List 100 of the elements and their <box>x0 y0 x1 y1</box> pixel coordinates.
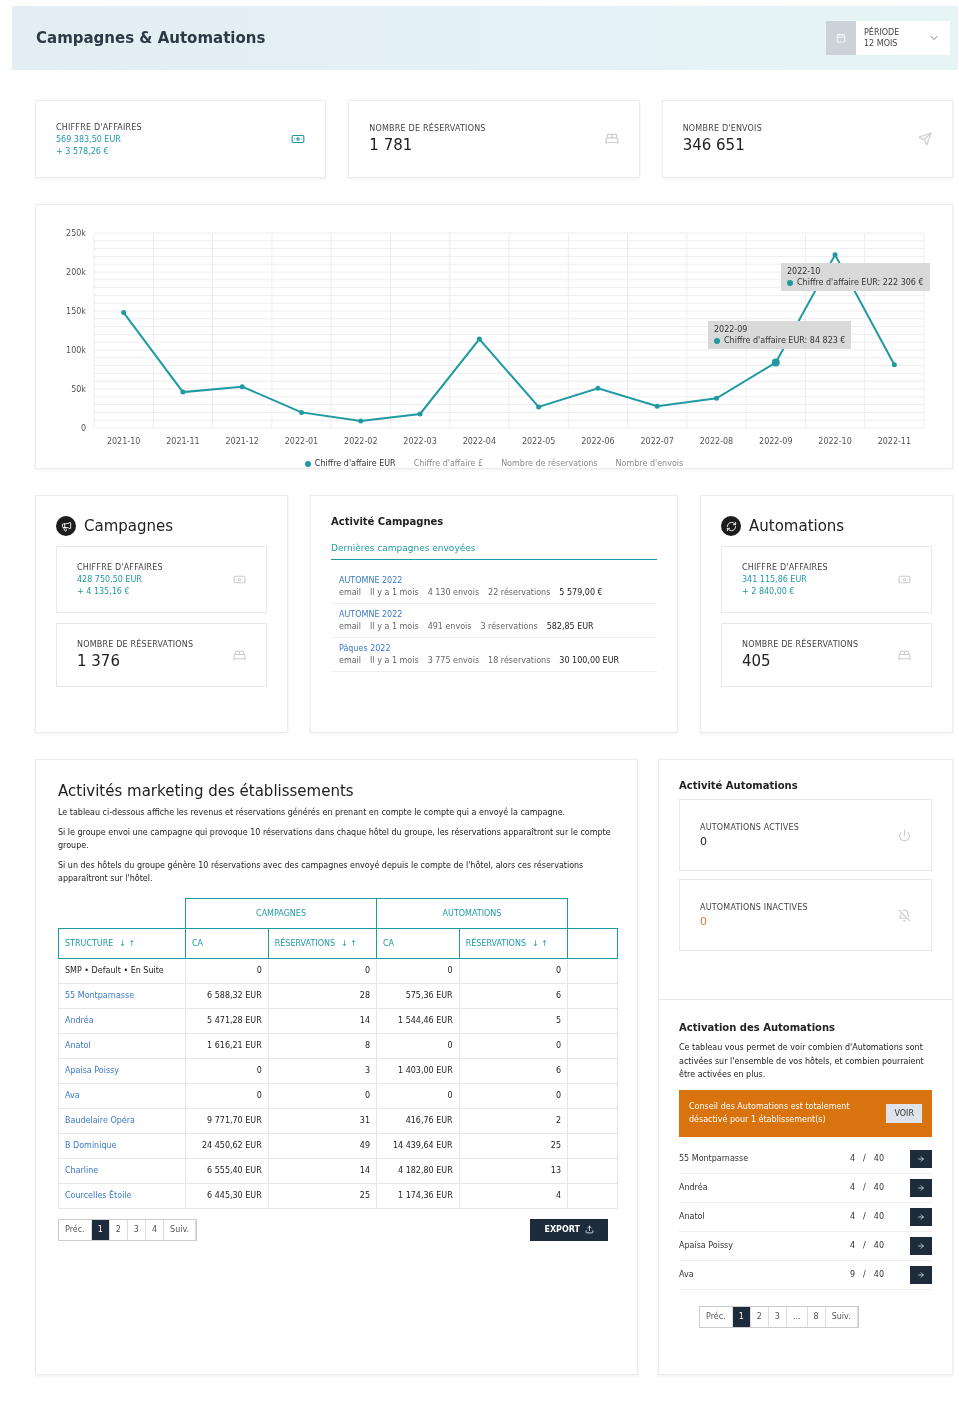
active-count: 4 <box>850 1183 856 1193</box>
campaign-sends: 3 775 envois <box>427 656 480 665</box>
column-group-header: CAMPAGNES <box>185 898 377 929</box>
hotel-link[interactable]: Baudelaire Opéra <box>58 1108 186 1134</box>
stat-label: CHIFFRE D'AFFAIRES <box>742 563 828 572</box>
active-count: 4 <box>850 1154 856 1164</box>
legend-item[interactable]: Nombre d'envois <box>615 459 684 468</box>
hotel-name: Apaisa Poissy <box>679 1241 734 1251</box>
hotel-name: 55 Montparnasse <box>679 1154 750 1164</box>
data-point <box>771 358 780 367</box>
total-count: 40 <box>873 1212 884 1222</box>
data-point <box>536 404 542 410</box>
axis-tick-label: 100k <box>66 346 86 355</box>
hotel-link[interactable]: Ava <box>58 1083 186 1109</box>
axis-tick-label: 2022-07 <box>640 437 674 446</box>
table-cell: 4 <box>459 1183 568 1209</box>
legend-item[interactable]: Chiffre d'affaire £ <box>413 459 484 468</box>
active-count: 4 <box>850 1241 856 1251</box>
open-button[interactable] <box>910 1236 932 1255</box>
campaign-revenue: 582,85 EUR <box>546 622 594 631</box>
table-cell: 0 <box>185 1058 269 1084</box>
legend-item[interactable]: Nombre de réservations <box>501 459 598 468</box>
campaign-date: Il y a 1 mois <box>370 656 419 665</box>
section-title: Automations <box>749 517 845 535</box>
export-button[interactable]: EXPORT <box>530 1218 608 1241</box>
section-title: Activités marketing des établissements <box>58 782 354 800</box>
view-button[interactable]: VOIR <box>886 1103 922 1123</box>
series-marker-icon <box>787 279 793 286</box>
tab[interactable]: Dernières campagnes envoyées <box>331 537 657 560</box>
kpi-value: 346 651 <box>682 136 746 154</box>
paper-plane-icon <box>918 132 932 146</box>
data-point <box>417 411 423 417</box>
stat-label: NOMBRE DE RÉSERVATIONS <box>77 640 194 649</box>
hotel-link[interactable]: Andréa <box>58 1008 186 1034</box>
banknote-icon <box>291 132 306 146</box>
sort-arrows-icon[interactable]: ↓ ↑ <box>341 938 357 948</box>
data-point <box>121 310 127 316</box>
table-cell: 14 <box>268 1158 377 1184</box>
period-select[interactable]: PÉRIODE 12 MOIS <box>826 21 950 55</box>
alert-text: Conseil des Automations est totalement désactivé pour 1 établissement(s) <box>689 1100 851 1127</box>
page-title: Campagnes & Automations <box>36 29 266 47</box>
stat-value: 1 376 <box>77 652 121 670</box>
open-button[interactable] <box>910 1265 932 1284</box>
page-button[interactable]: 1 <box>732 1306 751 1327</box>
open-button[interactable] <box>910 1207 932 1226</box>
table-cell: 0 <box>185 958 269 984</box>
hotel-link[interactable]: Charline <box>58 1158 186 1184</box>
banknote-icon <box>233 573 246 586</box>
separator: / <box>863 1270 866 1280</box>
open-button[interactable] <box>910 1178 932 1197</box>
arrow-right-icon <box>917 1212 925 1221</box>
separator: / <box>863 1154 866 1164</box>
campaign-bookings: 3 réservations <box>480 622 538 631</box>
campaign-channel: email <box>339 656 362 665</box>
table-cell: 14 439,64 EUR <box>376 1133 460 1159</box>
campaign-revenue: 30 100,00 EUR <box>559 656 620 665</box>
arrow-right-icon <box>917 1183 925 1192</box>
campaign-link[interactable]: Pâques 2022 <box>339 644 391 653</box>
campaign-link[interactable]: AUTOMNE 2022 <box>339 576 403 585</box>
sort-arrows-icon[interactable]: ↓ ↑ <box>119 938 136 948</box>
hotel-link[interactable]: Courcelles Étoile <box>58 1183 186 1209</box>
campaign-date: Il y a 1 mois <box>370 622 419 631</box>
table-cell: 0 <box>268 958 377 984</box>
table-cell: 3 <box>268 1058 377 1084</box>
table-cell: 1 174,36 EUR <box>376 1183 460 1209</box>
table-cell: 4 182,80 EUR <box>376 1158 460 1184</box>
sort-arrows-icon[interactable]: ↓ ↑ <box>532 938 548 948</box>
campaign-link[interactable]: AUTOMNE 2022 <box>339 610 403 619</box>
bed-icon <box>604 132 619 146</box>
campaign-revenue: 5 579,00 € <box>559 588 603 597</box>
hotel-link[interactable]: 55 Montparnasse <box>58 983 186 1009</box>
hotel-link[interactable]: Apaisa Poissy <box>58 1058 186 1084</box>
table-cell: 0 <box>376 1083 460 1109</box>
open-button[interactable] <box>910 1149 932 1168</box>
total-count: 40 <box>873 1154 884 1164</box>
total-count: 40 <box>873 1183 884 1193</box>
hotel-link[interactable]: Anatol <box>58 1033 186 1059</box>
axis-tick-label: 200k <box>66 268 86 277</box>
banknote-icon <box>898 573 911 586</box>
hotel-link[interactable]: B Dominique <box>58 1133 186 1159</box>
description-text: Si le groupe envoi une campagne qui provoque 10 réservations dans chaque hôtel du groupe, les réservations apparaîtront sur le compte groupe. <box>58 826 612 853</box>
axis-tick-label: 2022-05 <box>521 437 556 446</box>
table-cell: 0 <box>376 1033 460 1059</box>
legend-item[interactable]: Chiffre d'affaire EUR <box>304 459 396 468</box>
kpi-value: 569 383,50 EUR <box>56 134 122 144</box>
table-cell: 1 616,21 EUR <box>185 1033 269 1059</box>
campaign-sends: 4 130 envois <box>427 588 480 597</box>
kpi-label: NOMBRE DE RÉSERVATIONS <box>369 124 486 133</box>
table-cell: 13 <box>459 1158 568 1184</box>
table-cell: 14 <box>268 1008 377 1034</box>
page-button[interactable]: 1 <box>91 1219 110 1240</box>
stat-label: AUTOMATIONS INACTIVES <box>700 902 808 912</box>
bed-icon <box>233 648 246 662</box>
axis-tick-label: 150k <box>66 307 86 316</box>
kpi-label: NOMBRE D'ENVOIS <box>682 124 762 133</box>
series-marker-icon <box>714 337 720 344</box>
table-cell: SMP • Default • En Suite <box>58 958 186 984</box>
table-cell: 0 <box>268 1083 377 1109</box>
campaign-bookings: 18 réservations <box>488 656 551 665</box>
column-group-header: AUTOMATIONS <box>376 898 568 929</box>
